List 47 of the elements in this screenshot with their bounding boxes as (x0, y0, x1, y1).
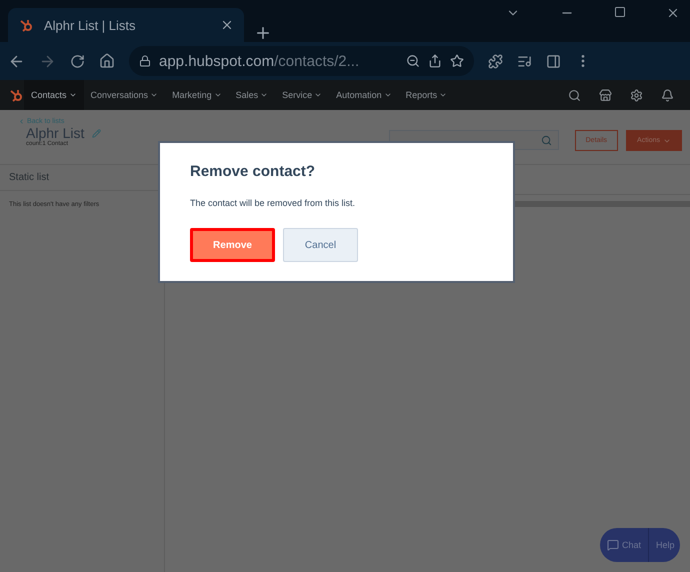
nav-item[interactable]: Marketing (165, 80, 229, 110)
caret-icon (150, 91, 158, 99)
search-icon[interactable] (568, 88, 581, 102)
close-icon[interactable] (666, 6, 680, 20)
marketplace-icon[interactable] (599, 88, 612, 102)
extensions-icon[interactable] (488, 54, 503, 68)
url-text: app.hubspot.com/contacts/2... (159, 52, 360, 70)
browser-tab[interactable]: Alphr List | Lists (8, 8, 244, 42)
caret-icon (214, 91, 222, 99)
media-icon[interactable] (517, 54, 532, 68)
bell-icon[interactable] (661, 88, 674, 102)
nav-item[interactable]: Conversations (84, 80, 166, 110)
caret-icon (68, 91, 77, 99)
chat-label: Chat (622, 540, 642, 550)
lock-icon (139, 55, 151, 67)
chat-icon (607, 539, 619, 551)
search-icon (540, 134, 552, 146)
cancel-button[interactable]: Cancel (283, 228, 358, 262)
caret-icon (384, 91, 392, 99)
caret-icon (260, 91, 268, 99)
sidebar-heading: Static list (9, 172, 50, 183)
help-label: Help (656, 540, 675, 550)
address-bar[interactable]: app.hubspot.com/contacts/2... (129, 46, 474, 76)
close-icon[interactable] (220, 18, 234, 32)
bookmark-star-icon[interactable] (450, 54, 464, 68)
settings-icon[interactable] (630, 88, 643, 102)
nav-item[interactable]: Reports (398, 80, 454, 110)
dialog-title: Remove contact? (190, 163, 316, 180)
share-icon[interactable] (428, 54, 442, 68)
maximize-icon[interactable] (614, 6, 626, 18)
home-icon[interactable] (99, 53, 115, 69)
nav-item[interactable]: Service (275, 80, 330, 110)
side-panel-icon[interactable] (546, 54, 561, 68)
hubspot-logo-icon (18, 17, 34, 33)
new-tab-icon[interactable] (254, 24, 272, 42)
reload-icon[interactable] (70, 54, 85, 68)
caret-icon (439, 91, 448, 99)
zoom-icon[interactable] (406, 54, 420, 68)
caret-icon (314, 91, 322, 99)
tab-title: Alphr List | Lists (44, 18, 137, 32)
dialog-message: The contact will be removed from this list. (190, 198, 356, 208)
nav-item[interactable]: Automation (329, 80, 399, 110)
list-title: Alphr List (26, 125, 84, 141)
nav-item[interactable]: Contacts (24, 80, 84, 110)
nav-item[interactable]: Sales (228, 80, 276, 110)
hubspot-logo-icon (8, 87, 24, 103)
chevron-left-icon (18, 118, 25, 125)
